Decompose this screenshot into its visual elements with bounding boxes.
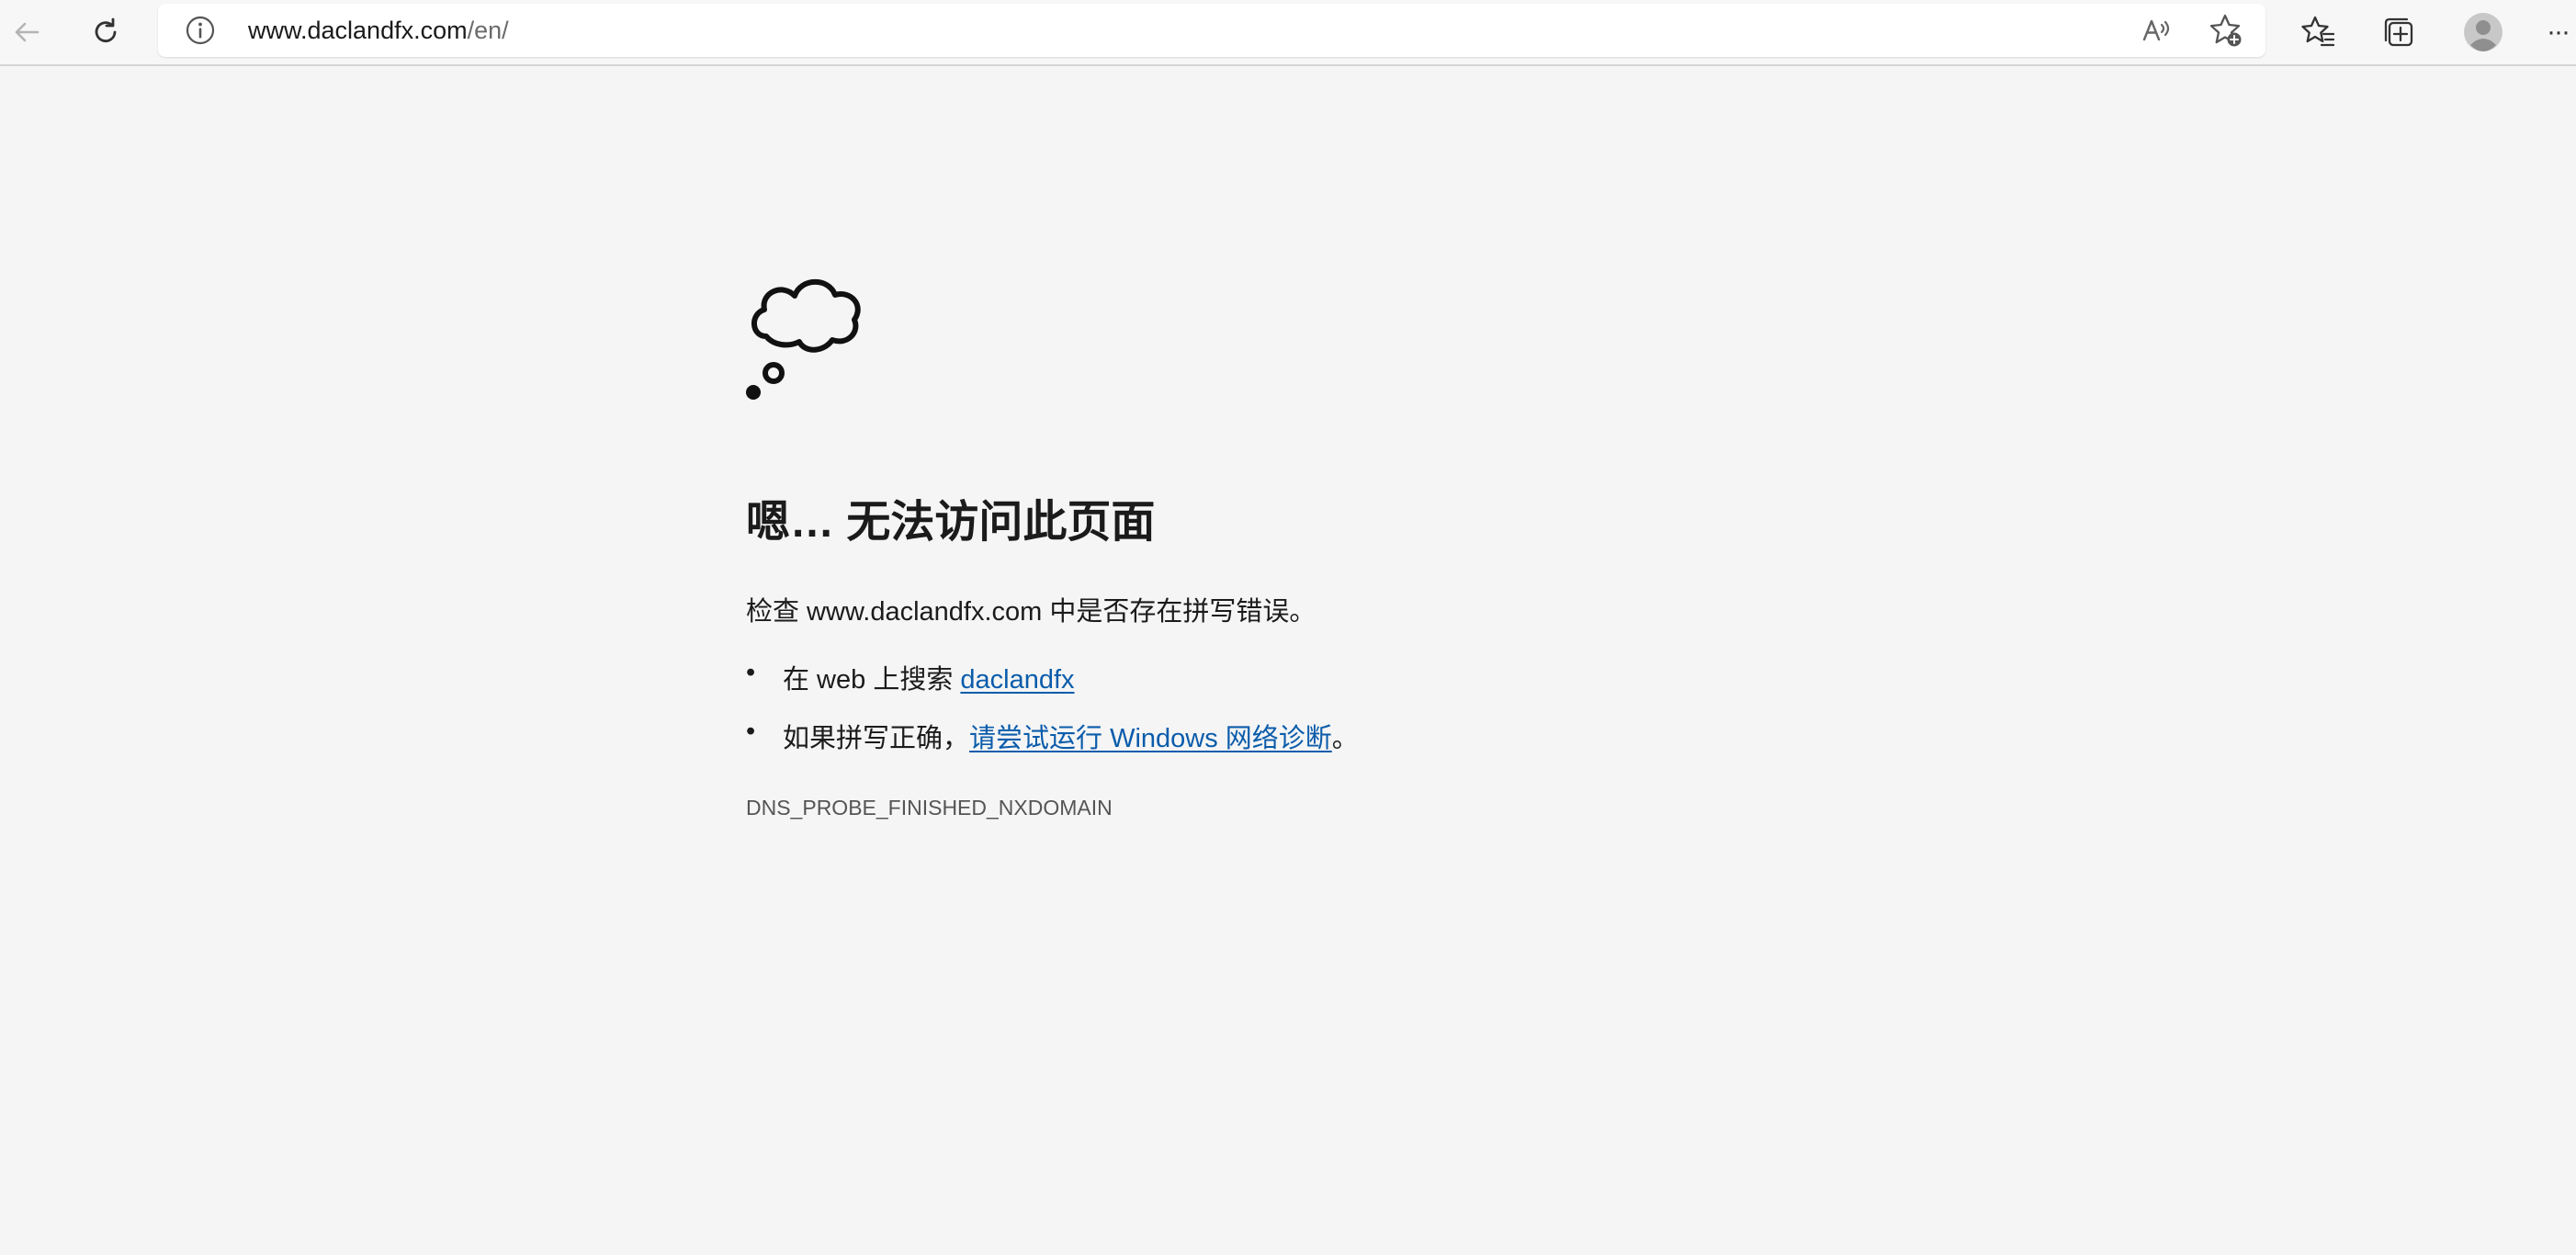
site-info-button[interactable] <box>184 14 217 47</box>
more-menu-button[interactable]: ··· <box>2539 7 2576 57</box>
collections-icon <box>2384 17 2413 47</box>
error-code: DNS_PROBE_FINISHED_NXDOMAIN <box>746 796 1113 820</box>
url-host: www.daclandfx.com <box>248 17 468 44</box>
browser-toolbar: www.daclandfx.com/en/ ··· <box>0 0 2576 66</box>
url-text[interactable]: www.daclandfx.com/en/ <box>248 4 509 57</box>
bullet: • <box>746 658 756 687</box>
favorites-icon <box>2301 16 2335 47</box>
url-path: /en/ <box>467 17 509 44</box>
add-favorite-icon <box>2209 14 2242 47</box>
diagnostics-prefix: 如果拼写正确， <box>783 724 970 753</box>
bullet: • <box>746 717 756 746</box>
search-prefix: 在 web 上搜索 <box>783 665 961 695</box>
collections-button[interactable] <box>2374 7 2423 57</box>
network-diagnostics-link[interactable]: 请尝试运行 Windows 网络诊断 <box>969 724 1332 753</box>
spelling-check-text: 检查 www.daclandfx.com 中是否存在拼写错误。 <box>746 597 1316 627</box>
read-aloud-icon <box>2142 19 2170 41</box>
search-web-link[interactable]: daclandfx <box>960 665 1074 695</box>
diagnostics-suggestion-text: 如果拼写正确，请尝试运行 Windows 网络诊断。 <box>783 717 1359 755</box>
refresh-button[interactable] <box>81 7 130 57</box>
address-bar[interactable]: www.daclandfx.com/en/ <box>158 4 2265 57</box>
back-arrow-icon <box>15 22 40 42</box>
profile-avatar-icon <box>2464 13 2503 51</box>
error-heading: 嗯… 无法访问此页面 <box>746 498 1156 547</box>
favorites-button[interactable] <box>2293 7 2343 57</box>
search-suggestion-text: 在 web 上搜索 daclandfx <box>783 658 1075 696</box>
diagnostics-suffix: 。 <box>1331 724 1359 753</box>
read-aloud-button[interactable] <box>2138 11 2176 50</box>
thought-cloud-icon <box>746 279 861 400</box>
profile-button[interactable] <box>2458 7 2508 57</box>
back-button[interactable] <box>2 7 51 57</box>
refresh-icon <box>95 17 117 43</box>
info-icon <box>186 16 215 45</box>
add-favorite-button[interactable] <box>2206 11 2244 50</box>
